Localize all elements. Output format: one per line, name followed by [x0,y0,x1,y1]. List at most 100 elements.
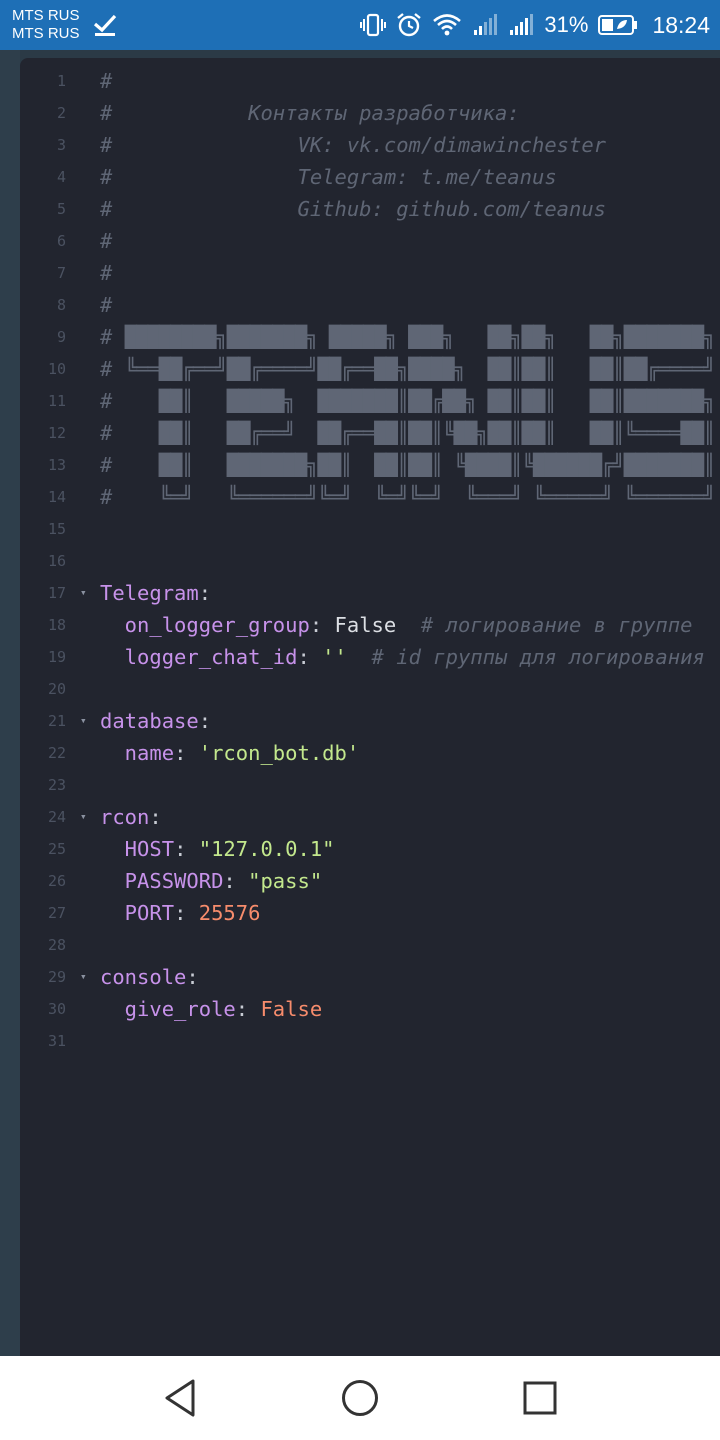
code-line[interactable]: 31 [20,1025,720,1057]
battery-icon [598,15,638,35]
carrier-1: MTS RUS [12,7,80,24]
line-number: 24 [47,808,66,826]
code-token: database [100,709,199,733]
line-content: # [100,289,112,321]
code-token: Telegram [100,581,199,605]
code-token: give_role [100,997,236,1021]
side-panel-edge[interactable] [0,50,20,1356]
line-content: logger_chat_id: '' # id группы для логир… [100,641,705,673]
fold-arrow-icon[interactable]: ▾ [80,577,87,609]
code-token: 25576 [198,901,261,925]
recents-button[interactable] [450,1356,630,1440]
code-token: # [100,421,125,445]
carrier-names: MTS RUS MTS RUS [12,7,80,43]
recents-icon [523,1381,557,1415]
code-line[interactable]: 13 # ██║ ███████╗██║ ██║██║ ╚████║╚██████… [20,449,720,481]
code-line[interactable]: 5 # Github: github.com/teanus [20,193,720,225]
battery-percent: 31% [544,12,589,37]
code-line[interactable]: 11 # ██║ █████╗ ███████║██╔██╗ ██║██║ ██║… [20,385,720,417]
code-line[interactable]: 26 PASSWORD: "pass" [20,865,720,897]
line-number: 6 [56,232,66,250]
code-line[interactable]: 14 # ╚═╝ ╚══════╝╚═╝ ╚═╝╚═╝ ╚═══╝ ╚═════╝… [20,481,720,513]
code-token: # Github: github.com/teanus [100,197,607,221]
code-line[interactable]: 24 ▾ rcon: [20,801,720,833]
code-line[interactable]: 3 # VK: vk.com/dimawinchester [20,129,720,161]
line-content: PASSWORD: "pass" [100,865,323,897]
code-token: # [100,69,113,93]
code-line[interactable]: 8 # [20,289,720,321]
code-token: # [100,357,125,381]
line-number: 9 [56,328,66,346]
code-line[interactable]: 21 ▾ database: [20,705,720,737]
line-number: 18 [47,616,66,634]
code-line[interactable]: 10 # ╚══██╔══╝██╔════╝██╔══██╗████╗ ██║██… [20,353,720,385]
code-token: PASSWORD [100,869,224,893]
line-content: # ████████╗███████╗ █████╗ ███╗ ██╗██╗ █… [100,321,715,353]
code-token: ██║ █████╗ ███████║██╔██╗ ██║██║ ██║████… [124,389,716,413]
code-line[interactable]: 18 on_logger_group: False # логирование … [20,609,720,641]
code-token: : [223,869,249,893]
code-line[interactable]: 23 [20,769,720,801]
home-icon [342,1380,378,1416]
code-token: : [149,805,162,829]
code-token: "pass" [248,869,323,893]
code-editor[interactable]: 1 # 2 # Контакты разработчика: 3 # VK: vk.com… [20,58,720,1356]
code-token: rcon [100,805,150,829]
line-number: 16 [47,552,66,570]
check-icon [93,14,116,36]
code-token: # [100,293,113,317]
code-line[interactable]: 9 # ████████╗███████╗ █████╗ ███╗ ██╗██╗ … [20,321,720,353]
code-token: : [309,613,335,637]
signal-icon [474,14,498,35]
code-line[interactable]: 30 give_role: False [20,993,720,1025]
line-content: # ╚══██╔══╝██╔════╝██╔══██╗████╗ ██║██║ … [100,353,715,385]
code-line[interactable]: 17 ▾ Telegram: [20,577,720,609]
back-button[interactable] [90,1356,270,1440]
code-line[interactable]: 19 logger_chat_id: '' # id группы для ло… [20,641,720,673]
code-token: on_logger_group [100,613,310,637]
line-number: 8 [56,296,66,314]
line-content: # Контакты разработчика: [100,97,520,129]
code-line[interactable]: 4 # Telegram: t.me/teanus [20,161,720,193]
line-content: # [100,225,112,257]
line-content: give_role: False [100,993,323,1025]
code-line[interactable]: 29 ▾ console: [20,961,720,993]
fold-arrow-icon[interactable]: ▾ [80,961,87,993]
fold-arrow-icon[interactable]: ▾ [80,705,87,737]
line-content: # [100,65,112,97]
line-number: 28 [47,936,66,954]
line-number: 29 [47,968,66,986]
code-line[interactable]: 16 [20,545,720,577]
status-icons: 31% 18:24 [360,12,710,39]
code-line[interactable]: 22 name: 'rcon_bot.db' [20,737,720,769]
line-number: 2 [56,104,66,122]
line-number: 12 [47,424,66,442]
code-token: '' [322,645,347,669]
fold-arrow-icon[interactable]: ▾ [80,801,87,833]
code-line[interactable]: 15 [20,513,720,545]
line-number: 30 [47,1000,66,1018]
line-number: 4 [56,168,66,186]
line-number: 26 [47,872,66,890]
code-line[interactable]: 1 # [20,65,720,97]
line-number: 15 [47,520,66,538]
code-lines[interactable]: 1 # 2 # Контакты разработчика: 3 # VK: vk.com… [20,65,720,1057]
clock: 18:24 [652,11,710,38]
line-content: rcon: [100,801,162,833]
code-line[interactable]: 7 # [20,257,720,289]
code-line[interactable]: 25 HOST: "127.0.0.1" [20,833,720,865]
code-line[interactable]: 27 PORT: 25576 [20,897,720,929]
code-line[interactable]: 2 # Контакты разработчика: [20,97,720,129]
line-number: 19 [47,648,66,666]
code-line[interactable]: 28 [20,929,720,961]
code-line[interactable]: 12 # ██║ ██╔══╝ ██╔══██║██║╚██╗██║██║ ██║… [20,417,720,449]
code-line[interactable]: 20 [20,673,720,705]
code-token: # Telegram: t.me/teanus [100,165,557,189]
home-button[interactable] [270,1356,450,1440]
code-token: : [174,837,199,861]
code-token: : [198,709,212,733]
line-content: name: 'rcon_bot.db' [100,737,360,769]
code-token: ╚═╝ ╚══════╝╚═╝ ╚═╝╚═╝ ╚═══╝ ╚═════╝ ╚══… [124,485,716,509]
code-line[interactable]: 6 # [20,225,720,257]
code-token: 'rcon_bot.db' [198,741,360,765]
